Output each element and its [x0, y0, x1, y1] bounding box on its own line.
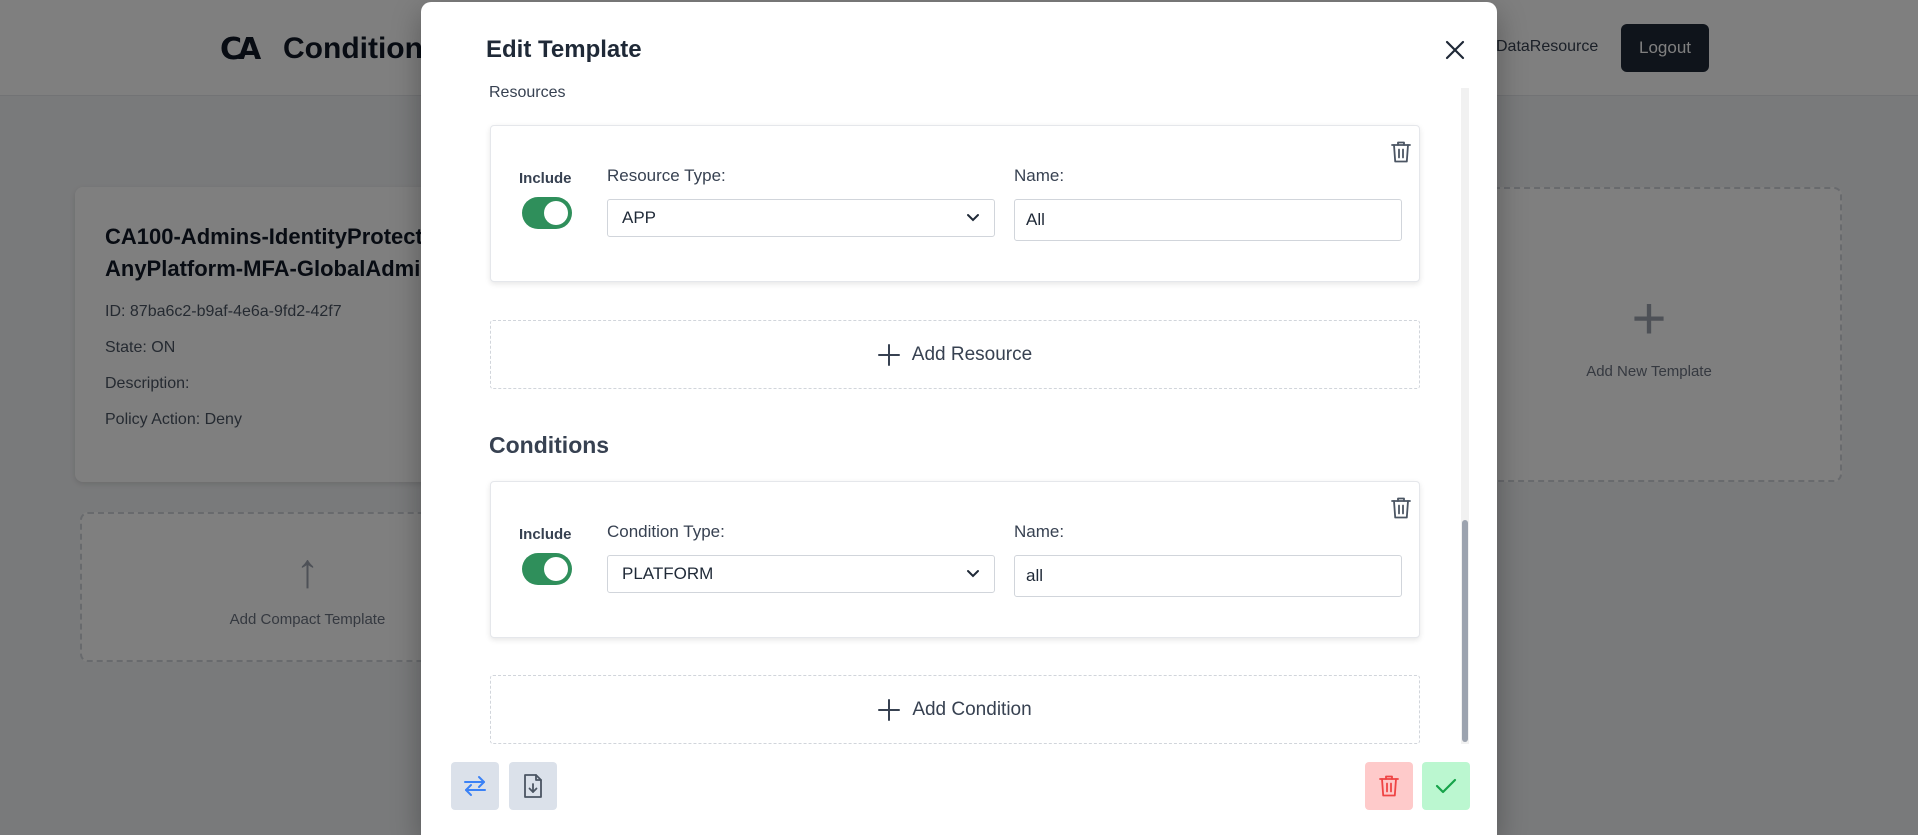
add-condition-label: Add Condition [912, 698, 1032, 720]
condition-row: Include Condition Type: PLATFORM Name: [490, 481, 1420, 638]
condition-type-select[interactable]: PLATFORM [607, 555, 995, 593]
delete-template-button[interactable] [1365, 762, 1413, 810]
swap-arrows-icon [464, 776, 486, 796]
condition-type-label: Condition Type: [607, 522, 725, 541]
trash-icon [1379, 775, 1399, 797]
include-toggle[interactable] [522, 197, 572, 229]
add-resource-button[interactable]: Add Resource [490, 320, 1420, 389]
condition-name-input[interactable] [1014, 555, 1402, 597]
close-button[interactable] [1437, 32, 1473, 68]
modal-title: Edit Template [486, 36, 642, 63]
chevron-down-icon [967, 570, 979, 578]
file-download-icon [524, 774, 542, 798]
resource-name-input[interactable] [1014, 199, 1402, 241]
trash-icon [1391, 141, 1411, 163]
resource-type-label: Resource Type: [607, 166, 726, 185]
plus-icon [878, 698, 901, 721]
resource-row: Include Resource Type: APP Name: [490, 125, 1420, 282]
chevron-down-icon [967, 214, 979, 222]
delete-condition-button[interactable] [1387, 494, 1415, 522]
resource-type-select[interactable]: APP [607, 199, 995, 237]
add-condition-button[interactable]: Add Condition [490, 675, 1420, 744]
resource-name-label: Name: [1014, 166, 1065, 185]
condition-name-label: Name: [1014, 522, 1065, 541]
delete-resource-button[interactable] [1387, 138, 1415, 166]
edit-template-modal: Edit Template Resources Include Resource… [421, 2, 1497, 835]
trash-icon [1391, 497, 1411, 519]
plus-icon [877, 343, 900, 366]
condition-type-value: PLATFORM [622, 564, 714, 583]
scrollbar-thumb[interactable] [1462, 520, 1468, 742]
check-icon [1435, 778, 1457, 794]
swap-button[interactable] [451, 762, 499, 810]
add-resource-label: Add Resource [911, 343, 1033, 365]
resource-type-value: APP [622, 208, 657, 227]
confirm-button[interactable] [1422, 762, 1470, 810]
include-label: Include [519, 526, 572, 543]
resources-heading: Resources [489, 84, 566, 101]
close-icon [1445, 40, 1465, 60]
toggle-knob [544, 557, 568, 581]
include-toggle[interactable] [522, 553, 572, 585]
download-button[interactable] [509, 762, 557, 810]
conditions-heading: Conditions [489, 432, 610, 458]
toggle-knob [544, 201, 568, 225]
include-label: Include [519, 170, 572, 187]
modal-body[interactable]: Resources Include Resource Type: APP Nam… [421, 84, 1497, 744]
